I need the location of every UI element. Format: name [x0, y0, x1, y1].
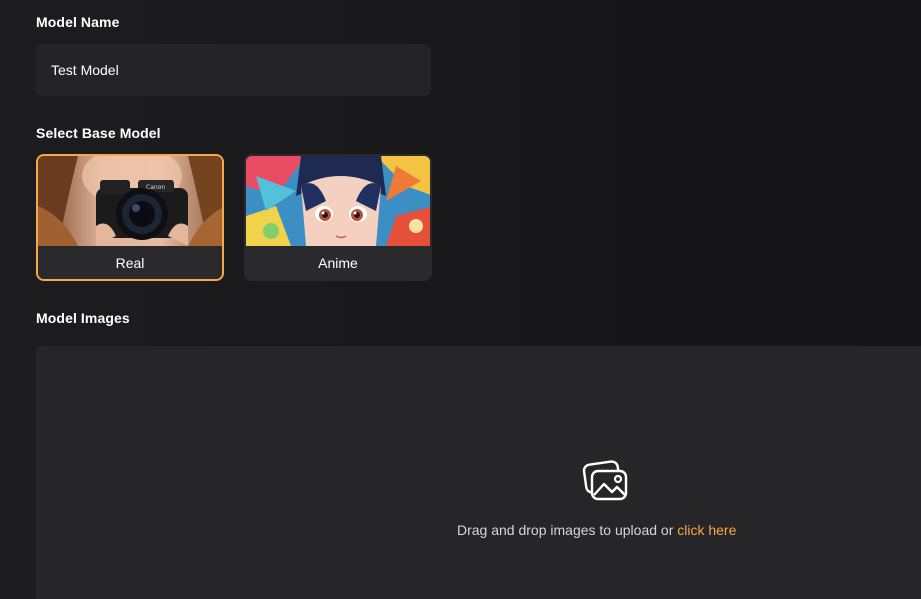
images-icon	[582, 460, 628, 501]
dropzone-text: Drag and drop images to upload or	[457, 522, 674, 538]
select-base-model-label: Select Base Model	[36, 125, 161, 141]
base-model-option-label: Anime	[246, 246, 430, 279]
base-model-option-anime[interactable]: Anime	[244, 154, 432, 281]
anime-thumbnail-image	[246, 156, 430, 246]
dropzone-instructions: Drag and drop images to upload or click …	[457, 522, 736, 538]
click-here-link[interactable]: click here	[677, 522, 736, 538]
image-upload-dropzone[interactable]	[36, 346, 921, 599]
model-name-label: Model Name	[36, 14, 120, 30]
model-name-input[interactable]	[36, 44, 431, 96]
base-model-option-label: Real	[38, 246, 222, 279]
real-thumbnail-image: Canon	[38, 156, 222, 246]
model-form-page: Model Name Select Base Model	[0, 0, 921, 599]
model-images-label: Model Images	[36, 310, 130, 326]
base-model-option-real[interactable]: Canon Real	[36, 154, 224, 281]
